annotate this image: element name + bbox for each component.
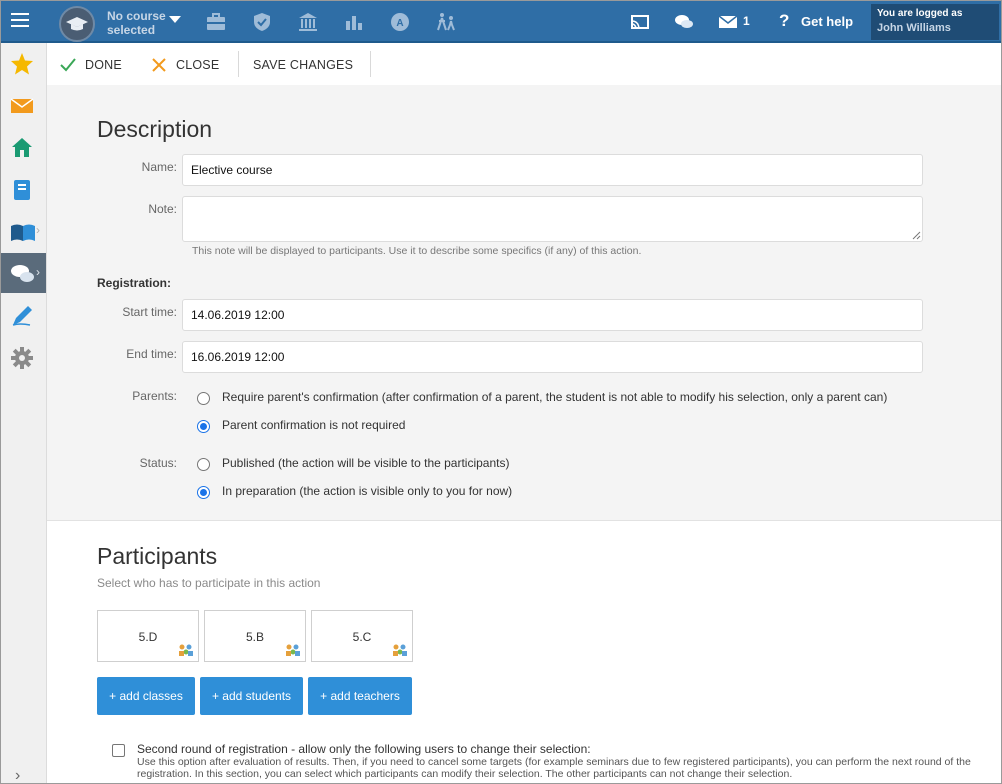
parents-label: Parents: xyxy=(132,389,177,403)
registration-label: Registration: xyxy=(97,276,172,290)
briefcase-icon[interactable] xyxy=(205,11,227,33)
parents-not-required-label[interactable]: Parent confirmation is not required xyxy=(222,418,405,432)
toolbar-divider xyxy=(370,51,371,77)
done-button[interactable]: DONE xyxy=(59,53,122,77)
notebook-icon xyxy=(14,180,30,200)
start-time-input[interactable]: 14.06.2019 12:00 xyxy=(182,299,923,331)
participants-title: Participants xyxy=(97,543,218,569)
name-input[interactable]: Elective course xyxy=(182,154,923,186)
participants-subtitle: Select who has to participate in this ac… xyxy=(97,576,321,590)
add-teachers-button[interactable]: + add teachers xyxy=(308,677,412,715)
class-card-5c[interactable]: 5.C xyxy=(311,610,413,662)
done-label: DONE xyxy=(85,58,122,72)
second-round-label[interactable]: Second round of registration - allow onl… xyxy=(137,742,591,756)
save-changes-button[interactable]: SAVE CHANGES xyxy=(253,53,353,77)
shield-icon[interactable] xyxy=(251,11,273,33)
class-name: 5.D xyxy=(138,630,158,644)
get-help-link[interactable]: Get help xyxy=(801,14,853,29)
sidebar-item-edit[interactable] xyxy=(1,295,46,335)
sidebar-item-home[interactable] xyxy=(1,127,46,167)
class-card-5b[interactable]: 5.B xyxy=(204,610,306,662)
action-toolbar: DONE CLOSE SAVE CHANGES xyxy=(47,43,1001,85)
gear-icon xyxy=(11,347,33,369)
hamburger-menu-icon[interactable] xyxy=(11,13,29,29)
status-published-label[interactable]: Published (the action will be visible to… xyxy=(222,456,509,470)
sidebar-item-favorites[interactable] xyxy=(1,43,46,83)
add-students-button[interactable]: + add students xyxy=(200,677,303,715)
group-icon xyxy=(286,644,300,656)
institution-icon[interactable] xyxy=(297,11,319,33)
class-name: 5.C xyxy=(352,630,372,644)
award-icon[interactable]: A xyxy=(389,11,411,33)
close-icon xyxy=(152,58,166,72)
end-time-input[interactable]: 16.06.2019 12:00 xyxy=(182,341,923,373)
status-in-preparation-label[interactable]: In preparation (the action is visible on… xyxy=(222,484,512,498)
second-round-description-line-1: Use this option after evaluation of resu… xyxy=(137,756,971,768)
expand-sidebar-icon[interactable]: › xyxy=(15,767,20,783)
start-time-label: Start time: xyxy=(122,305,177,319)
course-selector[interactable]: No course selected xyxy=(107,9,171,37)
close-button[interactable]: CLOSE xyxy=(151,53,219,77)
status-label: Status: xyxy=(139,456,177,470)
sidebar-item-communication[interactable]: › xyxy=(1,253,46,293)
message-count-badge: 1 xyxy=(743,14,750,28)
class-card-5d[interactable]: 5.D xyxy=(97,610,199,662)
course-line-1: No course xyxy=(107,9,166,23)
parents-require-confirmation-radio[interactable] xyxy=(197,392,210,405)
graduation-cap-icon xyxy=(66,17,88,31)
class-name: 5.B xyxy=(245,630,264,644)
name-label: Name: xyxy=(141,160,177,174)
app-window: No course selected A 1 ? Get help You ar… xyxy=(0,0,1002,784)
second-round-description-line-2: registration. In this section, you can s… xyxy=(137,768,793,780)
star-icon xyxy=(11,53,33,75)
open-book-icon xyxy=(11,224,35,241)
walking-people-icon[interactable] xyxy=(435,11,457,33)
logged-in-label: You are logged as xyxy=(877,8,963,19)
group-icon xyxy=(393,644,407,656)
course-selector-avatar[interactable] xyxy=(59,6,95,42)
resize-handle-icon[interactable] xyxy=(911,230,921,240)
group-icon xyxy=(179,644,193,656)
envelope-icon xyxy=(10,98,34,113)
chevron-right-icon: › xyxy=(36,265,40,279)
course-line-2: selected xyxy=(107,23,156,37)
description-title: Description xyxy=(97,116,213,142)
parents-require-confirmation-label[interactable]: Require parent's confirmation (after con… xyxy=(222,390,887,404)
note-hint: This note will be displayed to participa… xyxy=(192,245,642,257)
chevron-right-icon: › xyxy=(36,223,40,237)
cast-screen-icon[interactable] xyxy=(629,11,651,33)
close-label: CLOSE xyxy=(176,58,220,72)
sidebar-item-notebook[interactable] xyxy=(1,169,46,209)
chat-bubbles-icon[interactable] xyxy=(673,11,695,33)
envelope-icon[interactable] xyxy=(717,11,739,33)
end-time-label: End time: xyxy=(126,347,177,361)
top-bar: No course selected A 1 ? Get help You ar… xyxy=(1,1,1001,43)
add-classes-button[interactable]: + add classes xyxy=(97,677,195,715)
second-round-checkbox[interactable] xyxy=(112,744,125,757)
status-in-preparation-radio[interactable] xyxy=(197,486,210,499)
sidebar-item-settings[interactable] xyxy=(1,337,46,377)
sidebar-item-messages[interactable] xyxy=(1,85,46,125)
chevron-down-icon[interactable] xyxy=(169,16,181,23)
pen-icon xyxy=(12,306,32,326)
status-published-radio[interactable] xyxy=(197,458,210,471)
checkmark-icon xyxy=(60,58,76,72)
note-textarea[interactable] xyxy=(182,196,923,242)
home-icon xyxy=(12,138,32,157)
left-sidebar: › › › xyxy=(1,43,47,783)
chat-icon xyxy=(11,265,34,282)
user-account-box[interactable]: You are logged as John Williams xyxy=(871,4,999,40)
svg-text:A: A xyxy=(396,18,403,29)
note-label: Note: xyxy=(148,202,177,216)
sidebar-item-library[interactable]: › xyxy=(1,211,46,251)
toolbar-divider xyxy=(238,51,239,77)
parents-not-required-radio[interactable] xyxy=(197,420,210,433)
user-name: John Williams xyxy=(877,22,951,34)
bar-chart-icon[interactable] xyxy=(343,11,365,33)
help-icon[interactable]: ? xyxy=(779,11,789,31)
